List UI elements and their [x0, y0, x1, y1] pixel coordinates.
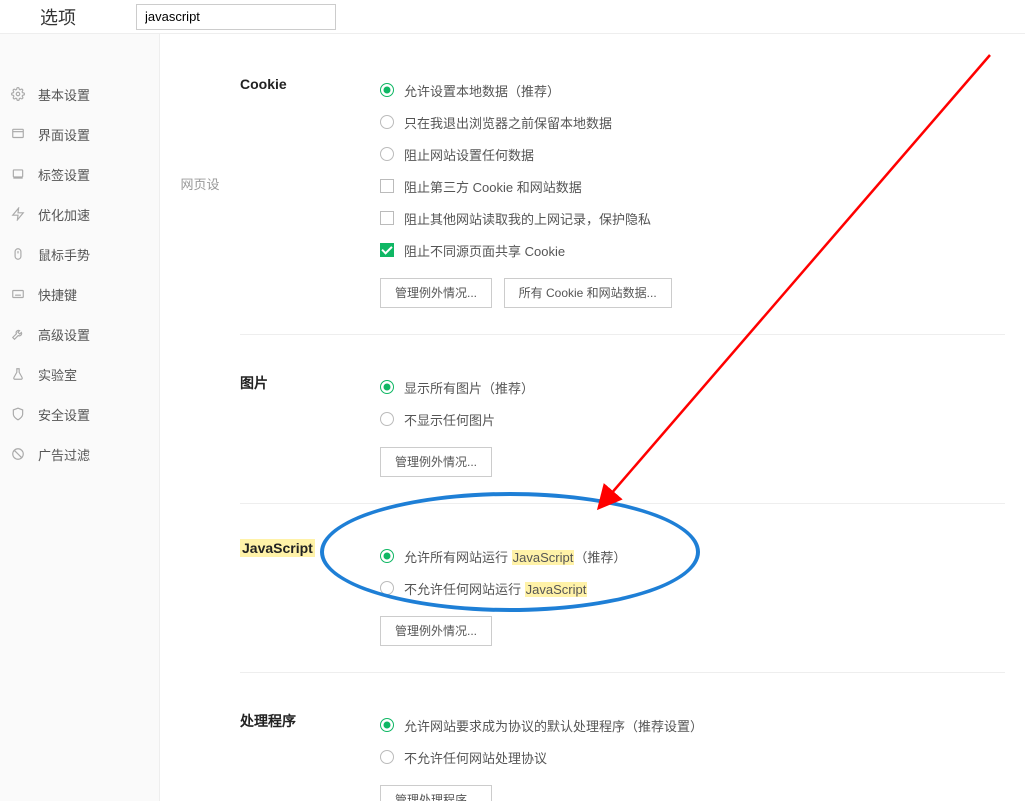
block-icon — [10, 446, 26, 462]
mouse-icon — [10, 246, 26, 262]
sidebar-item-label: 广告过滤 — [38, 445, 90, 464]
highlight: JavaScript — [525, 582, 588, 597]
section-title: 图片 — [240, 371, 380, 477]
option-label: 不允许任何网站处理协议 — [404, 748, 547, 767]
section-handler: 处理程序 允许网站要求成为协议的默认处理程序（推荐设置） 不允许任何网站处理协议… — [240, 673, 1005, 801]
option-row[interactable]: 不允许任何网站运行 JavaScript — [380, 572, 1005, 604]
option-row[interactable]: 不允许任何网站处理协议 — [380, 741, 1005, 773]
option-label: 只在我退出浏览器之前保留本地数据 — [404, 113, 612, 132]
device-icon — [10, 166, 26, 182]
sidebar: 基本设置 界面设置 标签设置 优化加速 鼠标手势 快捷键 高级设置 实验室 — [0, 34, 160, 801]
flask-icon — [10, 366, 26, 382]
highlight: JavaScript — [512, 550, 575, 565]
option-label: 不允许任何网站运行 JavaScript — [404, 579, 587, 598]
option-row[interactable]: 允许网站要求成为协议的默认处理程序（推荐设置） — [380, 709, 1005, 741]
option-label: 显示所有图片（推荐） — [404, 378, 534, 397]
section-title: Cookie — [240, 74, 380, 308]
sidebar-item-security[interactable]: 安全设置 — [0, 394, 159, 434]
option-row[interactable]: 只在我退出浏览器之前保留本地数据 — [380, 106, 1005, 138]
option-row[interactable]: 显示所有图片（推荐） — [380, 371, 1005, 403]
page-header: 选项 — [0, 0, 1025, 34]
option-label: 允许所有网站运行 JavaScript（推荐） — [404, 547, 626, 566]
radio-icon — [380, 147, 394, 161]
option-label: 阻止其他网站读取我的上网记录，保护隐私 — [404, 209, 651, 228]
radio-icon — [380, 718, 394, 732]
all-cookies-button[interactable]: 所有 Cookie 和网站数据... — [504, 278, 672, 308]
sidebar-item-adblock[interactable]: 广告过滤 — [0, 434, 159, 474]
category-label: 网页设 — [160, 34, 240, 801]
option-label: 阻止第三方 Cookie 和网站数据 — [404, 177, 582, 196]
manage-exceptions-button[interactable]: 管理例外情况... — [380, 278, 492, 308]
sidebar-item-label: 基本设置 — [38, 85, 90, 104]
option-label: 允许网站要求成为协议的默认处理程序（推荐设置） — [404, 716, 703, 735]
option-label: 允许设置本地数据（推荐） — [404, 81, 560, 100]
sidebar-item-tabs[interactable]: 标签设置 — [0, 154, 159, 194]
option-row[interactable]: 阻止不同源页面共享 Cookie — [380, 234, 1005, 266]
sidebar-item-label: 实验室 — [38, 365, 77, 384]
radio-icon — [380, 83, 394, 97]
sidebar-item-label: 鼠标手势 — [38, 245, 90, 264]
radio-icon — [380, 380, 394, 394]
option-row[interactable]: 不显示任何图片 — [380, 403, 1005, 435]
content-panel: Cookie 允许设置本地数据（推荐） 只在我退出浏览器之前保留本地数据 阻止网… — [240, 34, 1025, 801]
manage-exceptions-button[interactable]: 管理例外情况... — [380, 447, 492, 477]
option-label: 不显示任何图片 — [404, 410, 495, 429]
section-cookie: Cookie 允许设置本地数据（推荐） 只在我退出浏览器之前保留本地数据 阻止网… — [240, 74, 1005, 335]
option-label: 阻止不同源页面共享 Cookie — [404, 241, 565, 260]
option-row[interactable]: 阻止其他网站读取我的上网记录，保护隐私 — [380, 202, 1005, 234]
sidebar-item-label: 安全设置 — [38, 405, 90, 424]
option-label: 阻止网站设置任何数据 — [404, 145, 534, 164]
radio-icon — [380, 549, 394, 563]
sidebar-item-mouse[interactable]: 鼠标手势 — [0, 234, 159, 274]
section-image: 图片 显示所有图片（推荐） 不显示任何图片 管理例外情况... — [240, 335, 1005, 504]
gear-icon — [10, 86, 26, 102]
radio-icon — [380, 750, 394, 764]
sidebar-item-label: 快捷键 — [38, 285, 77, 304]
wrench-icon — [10, 326, 26, 342]
radio-icon — [380, 412, 394, 426]
search-input[interactable] — [136, 4, 336, 30]
page-title: 选项 — [40, 4, 76, 30]
radio-icon — [380, 581, 394, 595]
radio-icon — [380, 115, 394, 129]
sidebar-item-label: 优化加速 — [38, 205, 90, 224]
section-javascript: JavaScript 允许所有网站运行 JavaScript（推荐） 不允许任何… — [240, 504, 1005, 673]
shield-icon — [10, 406, 26, 422]
keyboard-icon — [10, 286, 26, 302]
sidebar-item-label: 界面设置 — [38, 125, 90, 144]
sidebar-item-advanced[interactable]: 高级设置 — [0, 314, 159, 354]
section-title: JavaScript — [240, 539, 315, 557]
manage-handlers-button[interactable]: 管理处理程序... — [380, 785, 492, 801]
option-row[interactable]: 允许设置本地数据（推荐） — [380, 74, 1005, 106]
checkbox-icon — [380, 211, 394, 225]
sidebar-item-label: 标签设置 — [38, 165, 90, 184]
manage-exceptions-button[interactable]: 管理例外情况... — [380, 616, 492, 646]
bolt-icon — [10, 206, 26, 222]
section-title: 处理程序 — [240, 709, 380, 801]
sidebar-item-ui[interactable]: 界面设置 — [0, 114, 159, 154]
checkbox-icon — [380, 179, 394, 193]
sidebar-item-basic[interactable]: 基本设置 — [0, 74, 159, 114]
option-row[interactable]: 阻止第三方 Cookie 和网站数据 — [380, 170, 1005, 202]
sidebar-item-hotkeys[interactable]: 快捷键 — [0, 274, 159, 314]
checkbox-icon — [380, 243, 394, 257]
window-icon — [10, 126, 26, 142]
sidebar-item-label: 高级设置 — [38, 325, 90, 344]
sidebar-item-lab[interactable]: 实验室 — [0, 354, 159, 394]
option-row[interactable]: 允许所有网站运行 JavaScript（推荐） — [380, 540, 1005, 572]
option-row[interactable]: 阻止网站设置任何数据 — [380, 138, 1005, 170]
sidebar-item-optimize[interactable]: 优化加速 — [0, 194, 159, 234]
